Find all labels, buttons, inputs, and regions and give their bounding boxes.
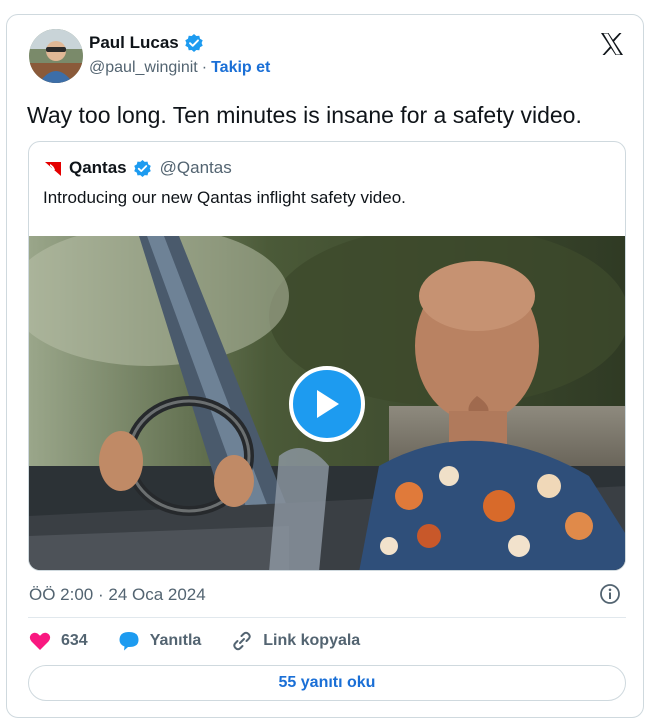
follow-button[interactable]: Takip et [211, 59, 270, 77]
link-icon [233, 631, 252, 651]
reply-bubble-icon [119, 632, 139, 651]
verified-badge-icon [133, 159, 152, 178]
timestamp[interactable]: ÖÖ 2:00 · 24 Oca 2024 [29, 585, 206, 605]
quoted-text: Introducing our new Qantas inflight safe… [43, 188, 406, 207]
video-player[interactable] [29, 236, 625, 570]
author-display-name[interactable]: Paul Lucas [89, 33, 179, 53]
copy-link-button[interactable]: Link kopyala [231, 630, 360, 652]
like-count: 634 [61, 632, 88, 649]
separator: · [201, 59, 208, 76]
play-icon [317, 390, 339, 418]
quoted-tweet[interactable]: Qantas @Qantas Introducing our new Qanta… [28, 141, 626, 571]
play-button[interactable] [289, 366, 365, 442]
info-icon[interactable] [599, 583, 621, 605]
like-button[interactable]: 634 [29, 631, 88, 651]
qantas-logo-icon [43, 158, 63, 178]
tweet-text: Way too long. Ten minutes is insane for … [27, 102, 582, 128]
author-handle[interactable]: @paul_winginit [89, 59, 198, 77]
reply-label: Yanıtla [149, 632, 202, 649]
action-bar: 634 Yanıtla Link kopyala [29, 629, 390, 653]
avatar[interactable] [29, 29, 83, 83]
copy-link-label: Link kopyala [263, 632, 361, 649]
read-replies-button[interactable]: 55 yanıtı oku [28, 665, 626, 701]
heart-icon [29, 632, 51, 650]
tweet-card: Paul Lucas @paul_winginit · Takip et Way… [6, 14, 644, 718]
x-logo-icon[interactable] [599, 31, 625, 57]
verified-badge-icon [184, 33, 204, 53]
quoted-handle[interactable]: @Qantas [160, 158, 232, 178]
quoted-display-name[interactable]: Qantas [69, 158, 127, 178]
reply-button[interactable]: Yanıtla [118, 631, 202, 651]
divider [28, 617, 626, 618]
